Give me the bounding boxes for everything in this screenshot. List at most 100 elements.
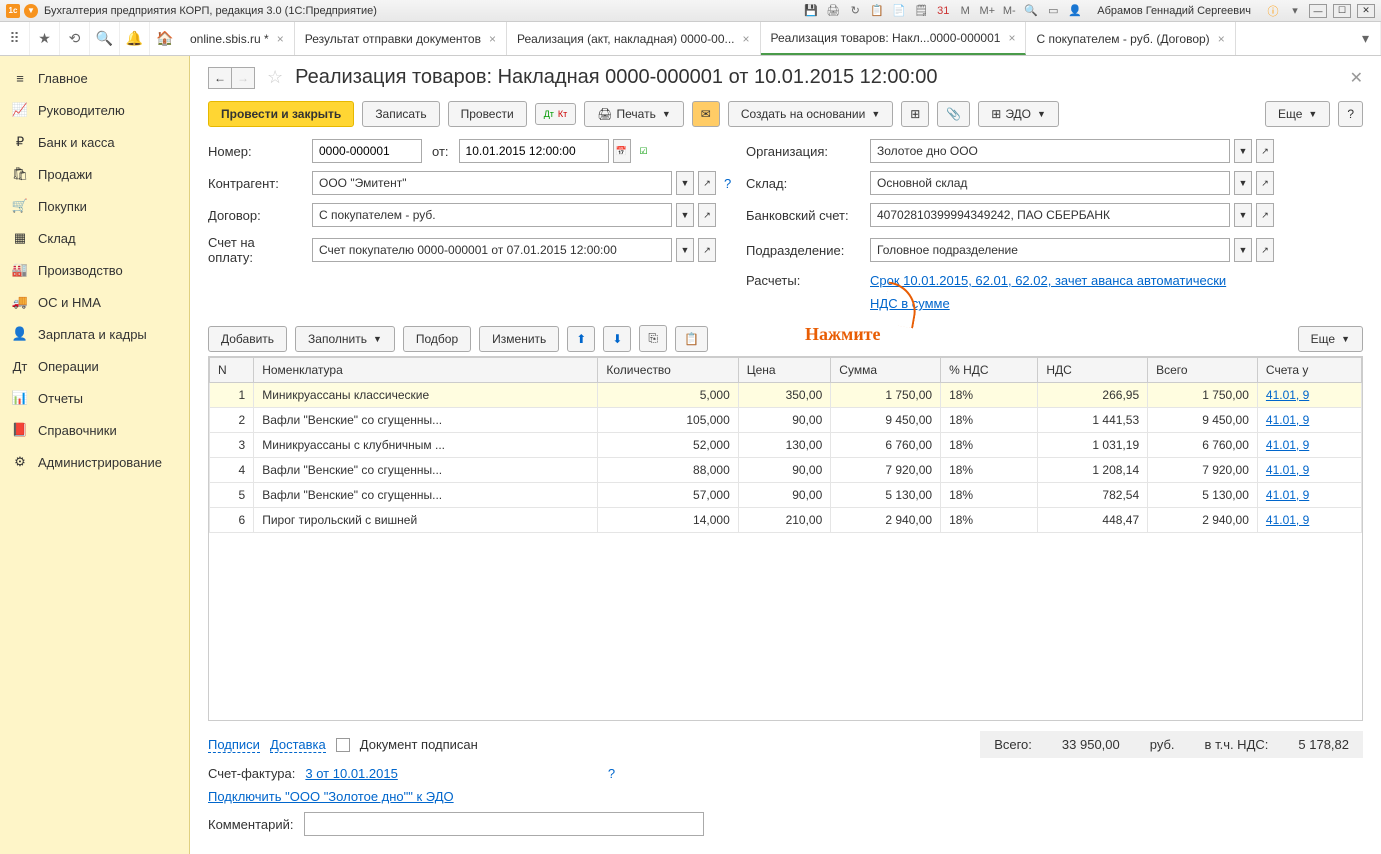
comment-input[interactable] xyxy=(304,812,704,836)
col-header[interactable]: N xyxy=(210,358,254,383)
post-button[interactable]: Провести xyxy=(448,101,527,127)
search-icon[interactable]: 🔍 xyxy=(90,22,120,55)
tab-close-icon[interactable]: × xyxy=(489,32,496,46)
tab-close-icon[interactable]: × xyxy=(1218,32,1225,46)
table-row[interactable]: 5Вафли "Венские" со сгущенны...57,00090,… xyxy=(210,483,1362,508)
org-open[interactable]: ↗ xyxy=(1256,139,1274,163)
tab-close-icon[interactable]: × xyxy=(277,32,284,46)
tab[interactable]: С покупателем - руб. (Договор)× xyxy=(1026,22,1235,55)
close-button[interactable]: ✕ xyxy=(1357,4,1375,18)
col-header[interactable]: % НДС xyxy=(941,358,1038,383)
acct-link[interactable]: 41.01, 9 xyxy=(1266,513,1309,527)
wh-open[interactable]: ↗ xyxy=(1256,171,1274,195)
wh-dd[interactable]: ▼ xyxy=(1234,171,1252,195)
org-select[interactable]: Золотое дно ООО xyxy=(870,139,1230,163)
col-header[interactable]: Всего xyxy=(1148,358,1258,383)
forward-button[interactable]: → xyxy=(231,67,255,89)
sidebar-item[interactable]: 📕Справочники xyxy=(0,414,189,446)
tab-close-icon[interactable]: × xyxy=(743,32,750,46)
sidebar-item[interactable]: ≡Главное xyxy=(0,62,189,94)
back-button[interactable]: ← xyxy=(208,67,232,89)
edo-link[interactable]: Подключить "ООО "Золотое дно"" к ЭДО xyxy=(208,789,454,804)
bank-select[interactable]: 40702810399994349242, ПАО СБЕРБАНК xyxy=(870,203,1230,227)
sidebar-item[interactable]: ₽Банк и касса xyxy=(0,126,189,158)
nds-link[interactable]: НДС в сумме xyxy=(870,296,950,311)
calendar-button[interactable]: 📅 xyxy=(613,139,631,163)
bell-icon[interactable]: 🔔 xyxy=(120,22,150,55)
col-header[interactable]: НДС xyxy=(1038,358,1148,383)
table[interactable]: NНоменклатураКоличествоЦенаСумма% НДСНДС… xyxy=(208,356,1363,721)
pick-button[interactable]: Подбор xyxy=(403,326,471,352)
acct-link[interactable]: 41.01, 9 xyxy=(1266,438,1309,452)
change-button[interactable]: Изменить xyxy=(479,326,559,352)
attach-button[interactable]: 📎 xyxy=(937,101,970,127)
invoice-select[interactable]: Счет покупателю 0000-000001 от 07.01.201… xyxy=(312,238,672,262)
invoice-open[interactable]: ↗ xyxy=(698,238,716,262)
wh-select[interactable]: Основной склад xyxy=(870,171,1230,195)
col-header[interactable]: Номенклатура xyxy=(254,358,598,383)
edo-button[interactable]: ⊞ ЭДО▼ xyxy=(978,101,1059,127)
stamp-button[interactable]: ☑ xyxy=(635,139,653,163)
sidebar-item[interactable]: ДтОперации xyxy=(0,350,189,382)
close-page-icon[interactable]: ✕ xyxy=(1350,68,1363,88)
acct-link[interactable]: 41.01, 9 xyxy=(1266,388,1309,402)
fill-button[interactable]: Заполнить▼ xyxy=(295,326,395,352)
table-row[interactable]: 2Вафли "Венские" со сгущенны...105,00090… xyxy=(210,408,1362,433)
sidebar-item[interactable]: 🛒Покупки xyxy=(0,190,189,222)
calc-icon[interactable]: 🗒 xyxy=(913,3,929,19)
calc-link[interactable]: Срок 10.01.2015, 62.01, 62.02, зачет ава… xyxy=(870,273,1226,288)
col-header[interactable]: Счета у xyxy=(1257,358,1361,383)
copy-button[interactable]: ⎘ xyxy=(639,325,667,352)
more-button[interactable]: Еще▼ xyxy=(1265,101,1330,127)
tab-close-icon[interactable]: × xyxy=(1008,31,1015,45)
tab-menu-icon[interactable]: ▾ xyxy=(1351,22,1381,55)
sidebar-item[interactable]: 📈Руководителю xyxy=(0,94,189,126)
add-button[interactable]: Добавить xyxy=(208,326,287,352)
dept-dd[interactable]: ▼ xyxy=(1234,238,1252,262)
contract-open[interactable]: ↗ xyxy=(698,203,716,227)
sign-link[interactable]: Подписи xyxy=(208,737,260,753)
more-icon[interactable]: ▾ xyxy=(1287,3,1303,19)
delivery-link[interactable]: Доставка xyxy=(270,737,326,753)
sidebar-item[interactable]: ⚙Администрирование xyxy=(0,446,189,478)
acct-link[interactable]: 41.01, 9 xyxy=(1266,488,1309,502)
sidebar-item[interactable]: 👤Зарплата и кадры xyxy=(0,318,189,350)
minimize-button[interactable]: — xyxy=(1309,4,1327,18)
sidebar-item[interactable]: 🛍Продажи xyxy=(0,158,189,190)
home-icon[interactable]: 🏠 xyxy=(150,22,180,55)
panel-icon[interactable]: ▭ xyxy=(1045,3,1061,19)
sf-link[interactable]: 3 от 10.01.2015 xyxy=(305,766,397,781)
struct-button[interactable]: ⊞ xyxy=(901,101,929,127)
sidebar-item[interactable]: ▦Склад xyxy=(0,222,189,254)
print-button[interactable]: 🖨 Печать▼ xyxy=(584,101,683,127)
paste-button[interactable]: 📋 xyxy=(675,326,708,352)
star-icon[interactable]: ☆ xyxy=(267,67,283,88)
up-button[interactable]: ⬆ xyxy=(567,326,595,352)
contr-help-icon[interactable]: ? xyxy=(724,176,731,191)
table-more-button[interactable]: Еще▼ xyxy=(1298,326,1363,352)
down-button[interactable]: ⬇ xyxy=(603,326,631,352)
maximize-button[interactable]: ☐ xyxy=(1333,4,1351,18)
org-dd[interactable]: ▼ xyxy=(1234,139,1252,163)
contract-select[interactable]: С покупателем - руб. xyxy=(312,203,672,227)
acct-link[interactable]: 41.01, 9 xyxy=(1266,463,1309,477)
mminus-icon[interactable]: M- xyxy=(1001,3,1017,19)
number-input[interactable] xyxy=(312,139,422,163)
contr-select[interactable]: ООО "Эмитент" xyxy=(312,171,672,195)
favorite-icon[interactable]: ★ xyxy=(30,22,60,55)
sidebar-item[interactable]: 🏭Производство xyxy=(0,254,189,286)
tab[interactable]: Реализация товаров: Накл...0000-000001× xyxy=(761,22,1027,55)
invoice-dd[interactable]: ▼ xyxy=(676,238,694,262)
refresh-icon[interactable]: ↻ xyxy=(847,3,863,19)
tab[interactable]: Реализация (акт, накладная) 0000-00...× xyxy=(507,22,761,55)
zoom-icon[interactable]: 🔍 xyxy=(1023,3,1039,19)
dept-select[interactable]: Головное подразделение xyxy=(870,238,1230,262)
info-icon[interactable]: ⓘ xyxy=(1265,3,1281,19)
contr-open[interactable]: ↗ xyxy=(698,171,716,195)
col-header[interactable]: Сумма xyxy=(831,358,941,383)
col-header[interactable]: Цена xyxy=(738,358,831,383)
doc-icon[interactable]: 📄 xyxy=(891,3,907,19)
contract-dd[interactable]: ▼ xyxy=(676,203,694,227)
sf-help-icon[interactable]: ? xyxy=(608,766,615,781)
dtkt-button[interactable]: ДтКт xyxy=(535,103,577,125)
